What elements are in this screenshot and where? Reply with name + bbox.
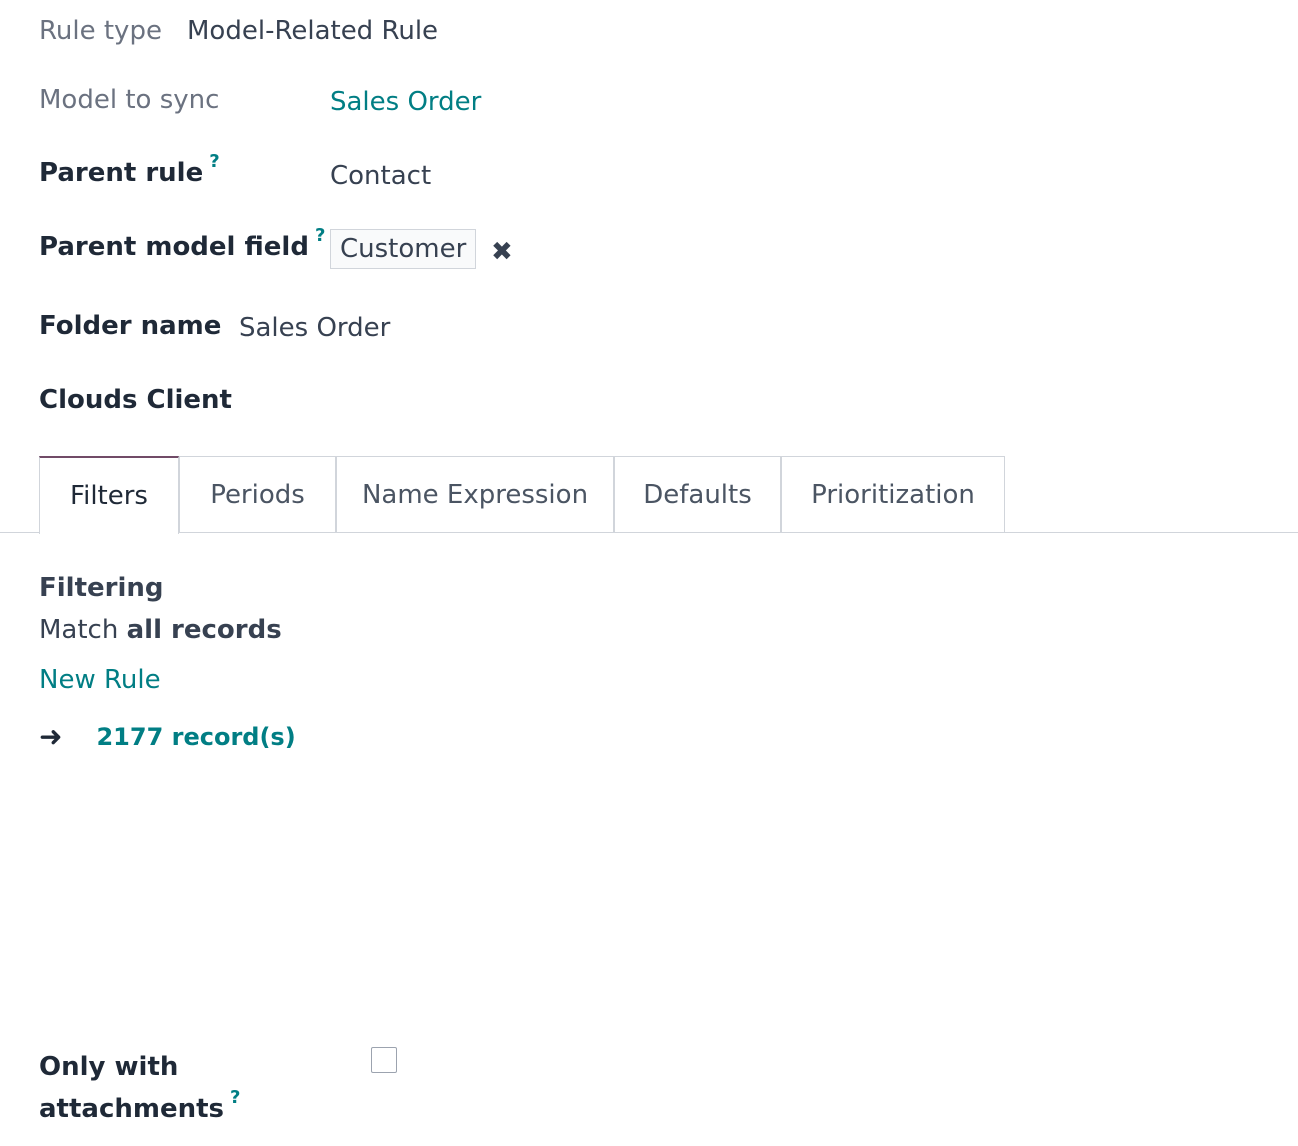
parent-model-field-label: Parent model field [39,232,309,262]
match-prefix: Match [39,615,119,645]
parent-model-field-tag[interactable]: Customer [330,229,477,269]
parent-model-field-label-group: Parent model field? [39,225,325,262]
model-to-sync-link[interactable]: Sales Order [330,87,481,117]
tab-periods[interactable]: Periods [179,456,336,532]
clouds-client-label: Clouds Client [39,385,232,415]
help-icon[interactable]: ? [315,225,325,246]
tab-label: Name Expression [361,479,589,510]
help-icon[interactable]: ? [209,151,219,172]
arrow-right-icon: ➜ [39,720,63,753]
remove-tag-icon[interactable]: ✖ [491,237,513,267]
tab-prioritization[interactable]: Prioritization [781,456,1005,532]
parent-rule-label: Parent rule [39,158,204,188]
tab-label: Periods [210,479,305,510]
tabs-divider [0,532,1298,533]
rule-type-label: Rule type [39,16,162,46]
only-with-attachments-label-line1: Only with [39,1052,179,1082]
tab-label: Prioritization [811,479,975,510]
parent-rule-value[interactable]: Contact [330,161,431,191]
filtering-heading: Filtering [39,573,164,603]
tab-name-expression[interactable]: Name Expression [336,456,614,532]
record-count-link[interactable]: 2177 record(s) [96,723,295,751]
only-with-attachments-label-group: Only with attachments? [39,1046,240,1133]
model-to-sync-label: Model to sync [39,85,220,115]
tab-defaults[interactable]: Defaults [614,456,781,532]
help-icon[interactable]: ? [230,1087,240,1108]
parent-rule-label-group: Parent rule? [39,151,220,188]
match-statement: Match all records [39,615,282,645]
new-rule-link[interactable]: New Rule [39,665,161,695]
rule-type-value: Model-Related Rule [187,16,439,46]
tab-label: Filters [70,481,148,511]
tab-filters[interactable]: Filters [39,456,179,534]
match-scope[interactable]: all records [127,615,282,645]
tab-label: Defaults [643,479,752,510]
only-with-attachments-label-line2: attachments [39,1094,225,1124]
folder-name-label: Folder name [39,311,222,341]
only-with-attachments-checkbox[interactable] [371,1047,397,1073]
record-count-row[interactable]: ➜ 2177 record(s) [39,720,296,753]
folder-name-value[interactable]: Sales Order [239,313,390,343]
